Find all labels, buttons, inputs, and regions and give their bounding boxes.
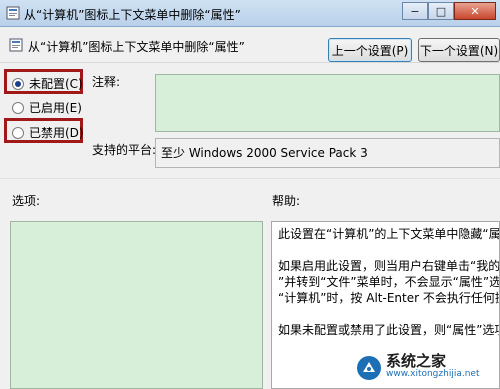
- help-line: “计算机”时，按 Alt-Enter 不会执行任何操作。: [278, 291, 499, 305]
- close-button[interactable]: ✕: [454, 2, 496, 20]
- setting-title: 从“计算机”图标上下文菜单中删除“属性”: [28, 40, 245, 54]
- window-title: 从“计算机”图标上下文菜单中删除“属性”: [24, 8, 241, 22]
- help-line: ”并转到“文件”菜单时，不会显示“属性”选项: [278, 275, 500, 289]
- radio-button-checked[interactable]: [12, 77, 24, 90]
- platform-label: 支持的平台:: [92, 143, 157, 157]
- previous-setting-button[interactable]: 上一个设置(P): [328, 38, 412, 62]
- platform-value: 至少 Windows 2000 Service Pack 3: [155, 138, 500, 168]
- window-controls: − □ ✕: [402, 2, 496, 20]
- header-separator: [0, 62, 500, 63]
- radio-label-not-configured: 未配置(C): [29, 77, 83, 91]
- comment-label: 注释:: [92, 75, 121, 89]
- radio-disabled[interactable]: 已禁用(D): [12, 124, 84, 141]
- watermark: 系统之家 www.xitongzhijia.net: [356, 351, 496, 385]
- help-line: 如果未配置或禁用了此设置，则“属性”选项将正: [278, 323, 499, 337]
- section-divider: [0, 178, 500, 179]
- options-pane: [10, 221, 263, 389]
- radio-not-configured[interactable]: 未配置(C): [12, 75, 83, 92]
- help-line: 此设置在“计算机”的上下文菜单中隐藏“属性”: [278, 227, 500, 241]
- radio-label-disabled: 已禁用(D): [29, 126, 84, 140]
- minimize-button[interactable]: −: [402, 2, 428, 20]
- site-logo-icon: [357, 356, 381, 380]
- help-line: 如果启用此设置，则当用户右键单击“我的电脑”: [278, 259, 500, 273]
- policy-icon: [6, 6, 20, 20]
- radio-label-enabled: 已启用(E): [29, 101, 82, 115]
- radio-button[interactable]: [12, 126, 24, 139]
- options-label: 选项:: [12, 194, 41, 208]
- radio-enabled[interactable]: 已启用(E): [12, 99, 82, 116]
- title-bar: 从“计算机”图标上下文菜单中删除“属性” − □ ✕: [0, 0, 500, 27]
- radio-button[interactable]: [12, 101, 24, 114]
- maximize-button[interactable]: □: [428, 2, 454, 20]
- policy-icon: [9, 38, 23, 52]
- help-label: 帮助:: [272, 194, 301, 208]
- watermark-title: 系统之家: [386, 352, 447, 370]
- watermark-url: www.xitongzhijia.net: [386, 369, 480, 379]
- comment-textbox[interactable]: [155, 74, 500, 132]
- next-setting-button[interactable]: 下一个设置(N): [418, 38, 500, 62]
